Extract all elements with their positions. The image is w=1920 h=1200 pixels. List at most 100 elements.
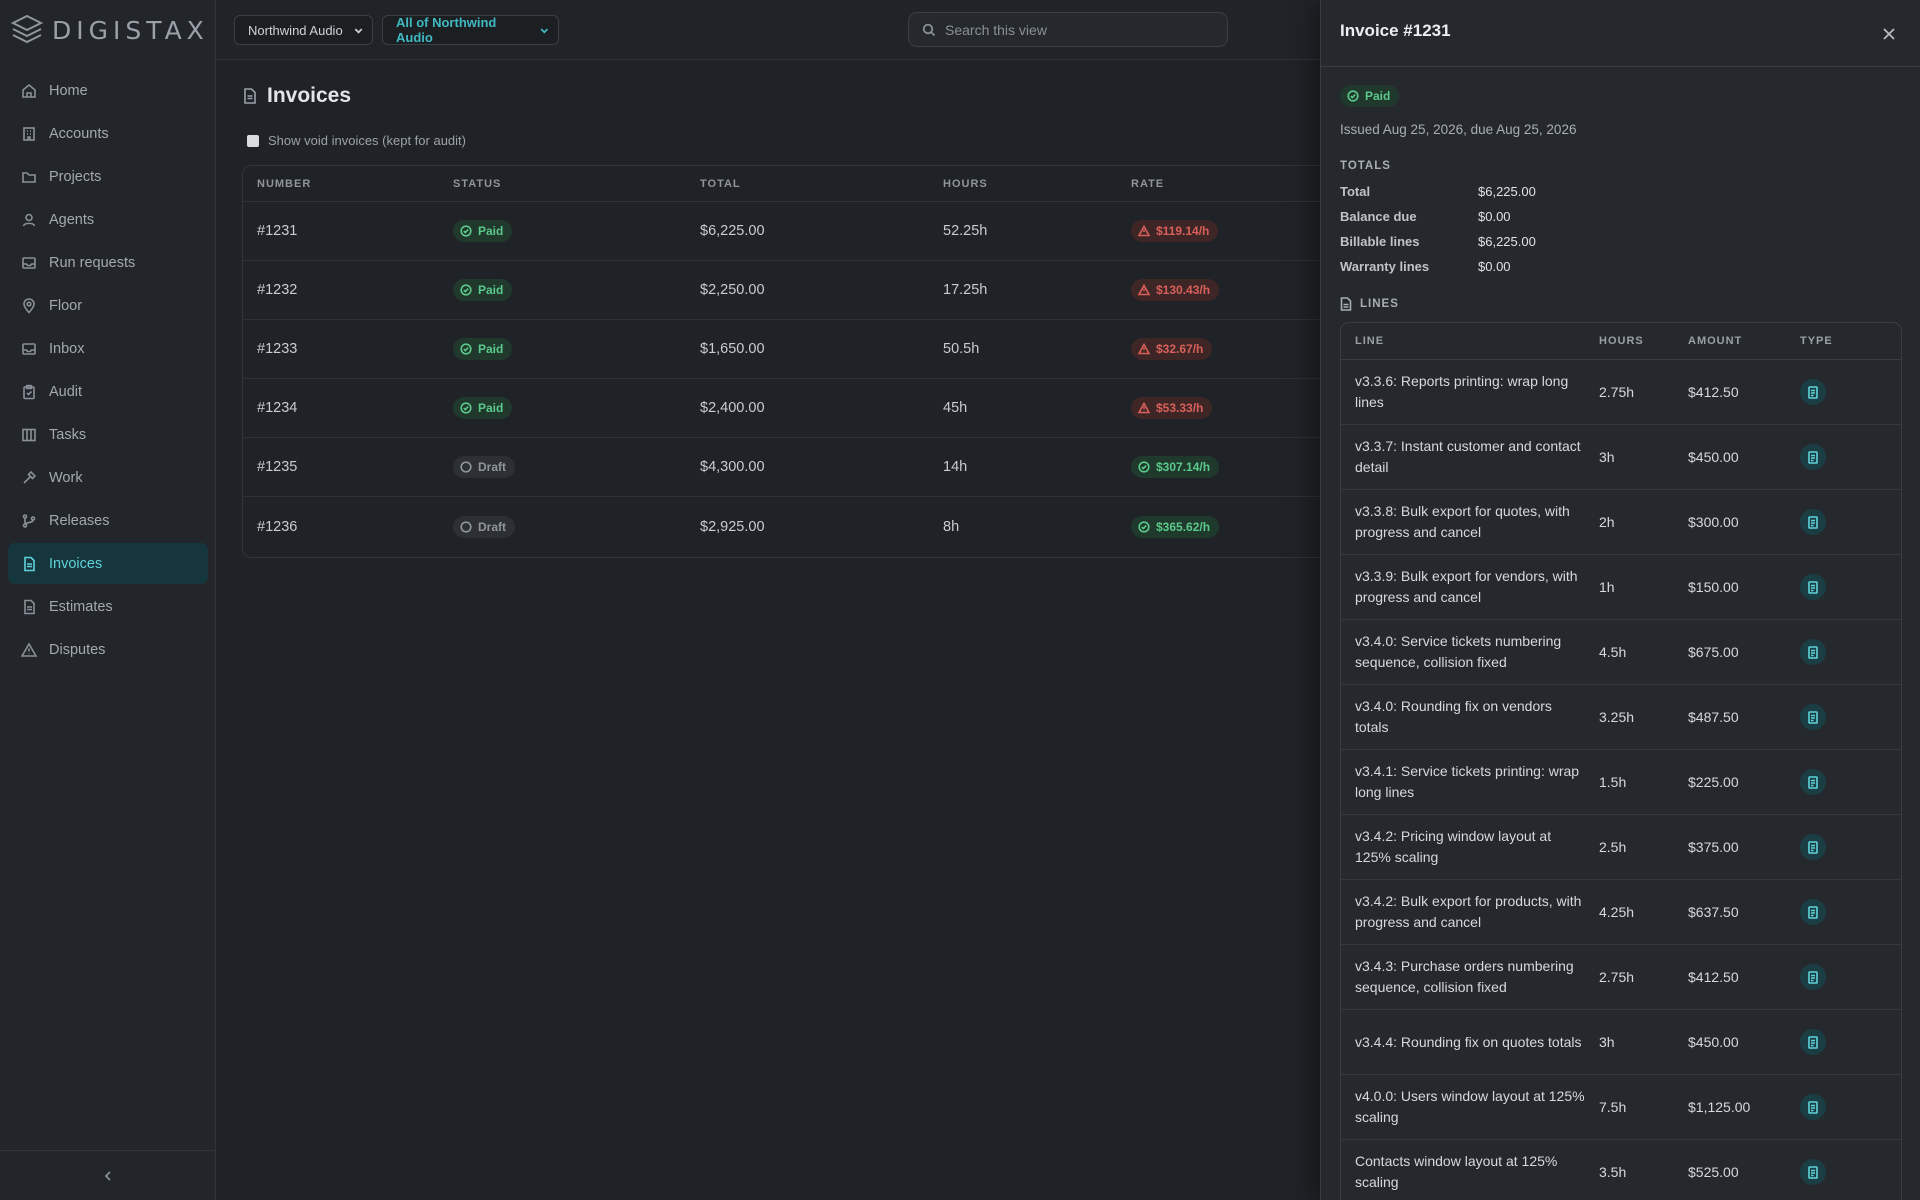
line-type-button[interactable] bbox=[1800, 704, 1826, 730]
line-description: v3.4.3: Purchase orders numbering sequen… bbox=[1355, 958, 1574, 995]
sidebar-item-estimates[interactable]: Estimates bbox=[8, 586, 208, 627]
home-icon bbox=[22, 83, 36, 98]
sidebar-item-accounts[interactable]: Accounts bbox=[8, 113, 208, 154]
sidebar-item-run-requests[interactable]: Run requests bbox=[8, 242, 208, 283]
table-row[interactable]: #1231 Paid $6,225.00 52.25h $119.14/h bbox=[243, 202, 1341, 261]
sidebar-item-audit[interactable]: Audit bbox=[8, 371, 208, 412]
page-title-text: Invoices bbox=[267, 84, 352, 107]
invoice-total: $6,225.00 bbox=[700, 223, 765, 239]
close-icon bbox=[1883, 28, 1895, 40]
billable-document-icon bbox=[1808, 1035, 1818, 1049]
file-icon bbox=[1340, 297, 1352, 311]
status-badge: Paid bbox=[453, 220, 513, 242]
line-type-button[interactable] bbox=[1800, 769, 1826, 795]
line-type-cell bbox=[1800, 574, 1900, 600]
draft-circle-icon bbox=[460, 520, 472, 533]
sidebar-item-agents[interactable]: Agents bbox=[8, 199, 208, 240]
line-type-button[interactable] bbox=[1800, 379, 1826, 405]
sidebar-item-disputes[interactable]: Disputes bbox=[8, 629, 208, 670]
line-hours: 7.5h bbox=[1599, 1099, 1627, 1115]
line-amount: $412.50 bbox=[1688, 969, 1739, 985]
sidebar-item-releases[interactable]: Releases bbox=[8, 500, 208, 541]
company-select[interactable]: Northwind Audio bbox=[234, 15, 373, 45]
invoice-number: #1233 bbox=[257, 341, 298, 357]
line-description: v3.4.1: Service tickets printing: wrap l… bbox=[1355, 763, 1580, 800]
rate-cell: $307.14/h bbox=[1131, 456, 1331, 478]
sidebar-collapse-button[interactable] bbox=[0, 1150, 216, 1200]
line-type-button[interactable] bbox=[1800, 834, 1826, 860]
sidebar-item-invoices[interactable]: Invoices bbox=[8, 543, 208, 584]
totals-list: Total $6,225.00 Balance due $0.00 Billab… bbox=[1340, 184, 1536, 284]
line-hours: 4.25h bbox=[1599, 904, 1635, 920]
sidebar-item-label: Agents bbox=[49, 211, 95, 228]
line-amount: $450.00 bbox=[1688, 449, 1739, 465]
close-button[interactable] bbox=[1882, 27, 1898, 43]
lines-table: LINE HOURS AMOUNT TYPE v3.3.6: Reports p… bbox=[1340, 322, 1902, 1200]
table-row[interactable]: #1234 Paid $2,400.00 45h $53.33/h bbox=[243, 379, 1341, 438]
totals-value: $0.00 bbox=[1478, 259, 1511, 274]
line-hours: 4.5h bbox=[1599, 644, 1627, 660]
line-row: v3.3.8: Bulk export for quotes, with pro… bbox=[1341, 490, 1901, 555]
rate-badge-label: $130.43/h bbox=[1156, 283, 1211, 297]
sidebar-item-projects[interactable]: Projects bbox=[8, 156, 208, 197]
billable-document-icon bbox=[1808, 775, 1818, 789]
status-badge-label: Paid bbox=[478, 224, 504, 238]
status-cell: Draft bbox=[453, 456, 700, 478]
line-type-button[interactable] bbox=[1800, 574, 1826, 600]
line-type-button[interactable] bbox=[1800, 509, 1826, 535]
line-type-cell bbox=[1800, 964, 1900, 990]
line-type-button[interactable] bbox=[1800, 639, 1826, 665]
line-amount: $225.00 bbox=[1688, 774, 1739, 790]
git-branch-icon bbox=[22, 513, 36, 528]
hammer-icon bbox=[23, 470, 37, 484]
sidebar-item-label: Releases bbox=[49, 512, 110, 529]
scope-select[interactable]: All of Northwind Audio bbox=[382, 15, 559, 45]
billable-document-icon bbox=[1808, 970, 1818, 984]
column-header-rate[interactable]: RATE bbox=[1131, 178, 1331, 190]
line-type-button[interactable] bbox=[1800, 964, 1826, 990]
table-row[interactable]: #1232 Paid $2,250.00 17.25h $130.43/h bbox=[243, 261, 1341, 320]
column-header-total[interactable]: TOTAL bbox=[700, 178, 943, 190]
sidebar-item-work[interactable]: Work bbox=[8, 457, 208, 498]
show-void-checkbox[interactable] bbox=[247, 134, 259, 147]
line-type-button[interactable] bbox=[1800, 1159, 1826, 1185]
table-row[interactable]: #1233 Paid $1,650.00 50.5h $32.67/h bbox=[243, 320, 1341, 379]
line-hours: 3h bbox=[1599, 1034, 1615, 1050]
line-hours: 1h bbox=[1599, 579, 1615, 595]
column-header-hours[interactable]: HOURS bbox=[943, 178, 1131, 190]
column-header-number[interactable]: NUMBER bbox=[243, 178, 453, 190]
line-type-button[interactable] bbox=[1800, 899, 1826, 925]
rate-badge-label: $32.67/h bbox=[1156, 342, 1204, 356]
invoice-hours: 14h bbox=[943, 459, 968, 475]
sidebar-item-inbox[interactable]: Inbox bbox=[8, 328, 208, 369]
file-icon bbox=[244, 88, 256, 104]
drawer-title: Invoice #1231 bbox=[1340, 21, 1451, 40]
chevron-left-icon bbox=[104, 1170, 111, 1181]
app-logo[interactable]: DIGISTAX bbox=[10, 12, 209, 48]
sidebar-item-home[interactable]: Home bbox=[8, 70, 208, 111]
column-header-status[interactable]: STATUS bbox=[453, 178, 700, 190]
billable-document-icon bbox=[1808, 905, 1818, 919]
issued-date-text: Issued Aug 25, 2026, due Aug 25, 2026 bbox=[1340, 122, 1577, 137]
line-type-button[interactable] bbox=[1800, 1094, 1826, 1120]
table-row[interactable]: #1236 Draft $2,925.00 8h $365.62/h bbox=[243, 497, 1341, 556]
sidebar-item-floor[interactable]: Floor bbox=[8, 285, 208, 326]
warning-icon bbox=[1138, 284, 1150, 296]
line-row: v3.4.0: Service tickets numbering sequen… bbox=[1341, 620, 1901, 685]
rate-badge: $365.62/h bbox=[1131, 515, 1220, 538]
sidebar-item-tasks[interactable]: Tasks bbox=[8, 414, 208, 455]
line-type-button[interactable] bbox=[1800, 1029, 1826, 1055]
sidebar-item-label: Home bbox=[49, 82, 88, 99]
show-void-toggle[interactable]: Show void invoices (kept for audit) bbox=[247, 133, 466, 148]
table-row[interactable]: #1235 Draft $4,300.00 14h $307.14/h bbox=[243, 438, 1341, 497]
clipboard-icon bbox=[23, 384, 35, 399]
invoices-table: NUMBER STATUS TOTAL HOURS RATE #1231 Paid… bbox=[242, 165, 1342, 558]
totals-value: $6,225.00 bbox=[1478, 184, 1536, 199]
search-input[interactable]: Search this view bbox=[908, 12, 1228, 47]
columns-icon bbox=[22, 428, 36, 441]
invoice-total: $2,925.00 bbox=[700, 518, 765, 535]
warning-icon bbox=[21, 641, 37, 657]
line-amount: $300.00 bbox=[1688, 514, 1739, 530]
totals-value: $6,225.00 bbox=[1478, 234, 1536, 249]
line-type-button[interactable] bbox=[1800, 444, 1826, 470]
